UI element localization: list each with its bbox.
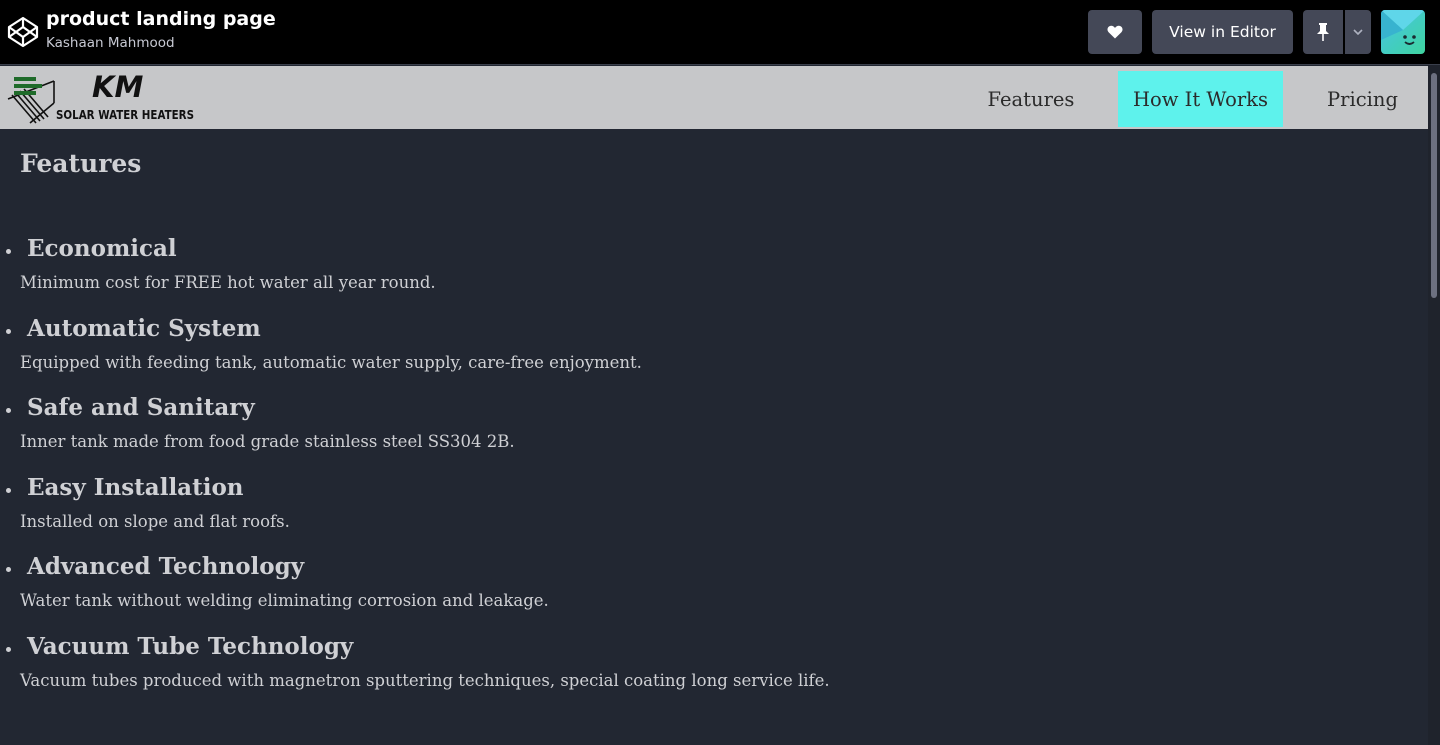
feature-heading: Easy Installation	[27, 473, 244, 501]
nav-features-link[interactable]: Features	[972, 71, 1090, 127]
bullet-icon	[6, 408, 11, 414]
logo-brand-text: KM	[92, 71, 143, 104]
pin-icon	[1317, 23, 1329, 41]
list-item: Advanced Technology Water tank without w…	[0, 549, 1420, 629]
codepen-logo-icon[interactable]	[6, 15, 40, 49]
site-logo[interactable]: KM SOLAR WATER HEATERS	[6, 70, 198, 126]
feature-description: Equipped with feeding tank, automatic wa…	[20, 352, 642, 372]
feature-heading: Vacuum Tube Technology	[27, 632, 354, 660]
feature-list: Economical Minimum cost for FREE hot wat…	[0, 231, 1420, 709]
bullet-icon	[6, 249, 11, 254]
feature-heading: Safe and Sanitary	[27, 394, 255, 422]
pin-button[interactable]	[1303, 10, 1343, 54]
heart-button[interactable]	[1088, 10, 1142, 54]
bullet-icon	[6, 567, 11, 573]
list-item: Economical Minimum cost for FREE hot wat…	[0, 231, 1420, 311]
preview-frame: KM SOLAR WATER HEATERS Features How It W…	[0, 64, 1440, 745]
logo-tagline-text: SOLAR WATER HEATERS	[56, 107, 194, 122]
view-in-editor-button[interactable]: View in Editor	[1152, 10, 1293, 54]
site-header: KM SOLAR WATER HEATERS Features How It W…	[0, 66, 1428, 129]
feature-heading: Economical	[27, 235, 177, 262]
features-section-title: Features	[20, 149, 142, 178]
list-item: Easy Installation Installed on slope and…	[0, 470, 1420, 550]
list-item: Automatic System Equipped with feeding t…	[0, 311, 1420, 391]
solar-heater-logo-icon: KM SOLAR WATER HEATERS	[7, 70, 194, 124]
pin-dropdown-button[interactable]	[1345, 10, 1371, 54]
avatar[interactable]	[1381, 10, 1425, 54]
feature-description: Vacuum tubes produced with magnetron spu…	[20, 670, 830, 690]
feature-description: Installed on slope and flat roofs.	[20, 511, 290, 531]
bullet-icon	[6, 646, 11, 652]
user-avatar-image	[1381, 10, 1425, 54]
codepen-topbar: product landing page Kashaan Mahmood Vie…	[0, 0, 1440, 64]
vertical-scrollbar[interactable]	[1428, 65, 1440, 745]
scrollbar-thumb[interactable]	[1431, 73, 1437, 298]
pen-title: product landing page	[46, 8, 276, 30]
feature-description: Inner tank made from food grade stainles…	[20, 432, 515, 452]
list-item: Vacuum Tube Technology Vacuum tubes prod…	[0, 629, 1420, 709]
nav-how-it-works-link[interactable]: How It Works	[1118, 71, 1283, 127]
chevron-down-icon	[1353, 29, 1363, 35]
pen-author[interactable]: Kashaan Mahmood	[46, 35, 175, 51]
feature-description: Minimum cost for FREE hot water all year…	[20, 273, 436, 292]
bullet-icon	[6, 328, 11, 334]
nav-pricing-link[interactable]: Pricing	[1312, 71, 1413, 127]
feature-heading: Advanced Technology	[27, 553, 305, 581]
feature-heading: Automatic System	[27, 314, 261, 342]
list-item: Safe and Sanitary Inner tank made from f…	[0, 390, 1420, 470]
heart-icon	[1107, 25, 1123, 39]
bullet-icon	[6, 487, 11, 493]
feature-description: Water tank without welding eliminating c…	[20, 591, 549, 611]
